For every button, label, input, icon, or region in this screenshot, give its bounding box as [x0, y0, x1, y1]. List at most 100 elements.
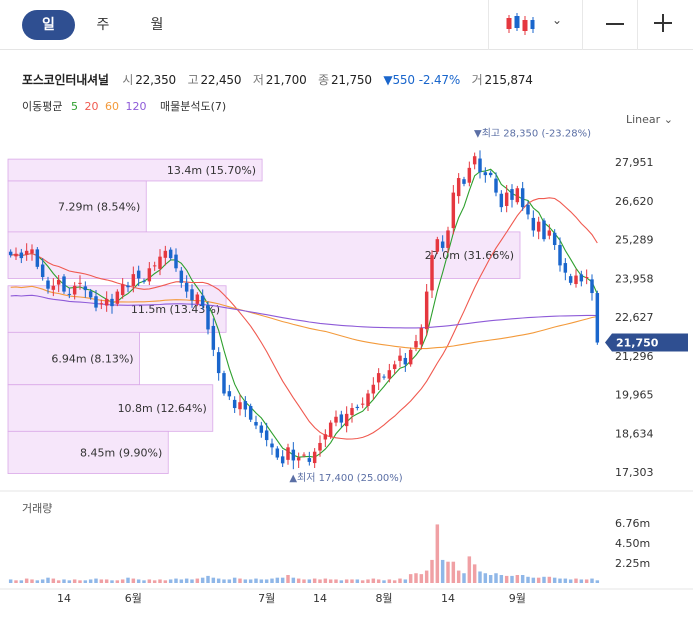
- volume-bar: [334, 579, 338, 583]
- volume-bar: [46, 577, 50, 583]
- volume-bar: [286, 575, 290, 583]
- candle-body: [184, 282, 189, 292]
- volume-bar: [120, 579, 125, 583]
- candle-body: [408, 349, 413, 365]
- candle-body: [179, 270, 184, 283]
- volume-bar: [131, 578, 136, 583]
- volume-bar: [56, 580, 61, 583]
- volume-bar: [136, 579, 141, 583]
- candle-body: [259, 425, 264, 433]
- candle-body: [328, 422, 333, 437]
- candle-body: [318, 442, 322, 451]
- candle-body: [451, 192, 456, 229]
- volume-bar: [376, 579, 381, 583]
- volume-profile-label: 13.4m (15.70%): [167, 164, 256, 177]
- volume-bar: [483, 573, 488, 583]
- volume-bar: [254, 578, 258, 583]
- volume-bar: [168, 579, 173, 583]
- candle-body: [131, 274, 136, 287]
- candle-body: [248, 405, 253, 420]
- candle-body: [56, 279, 61, 285]
- candle-body: [24, 250, 29, 255]
- volume-bar: [115, 580, 120, 583]
- volume-bar: [510, 575, 514, 583]
- candle-body: [579, 274, 584, 282]
- candle-body: [424, 291, 429, 330]
- candle-body: [542, 220, 546, 240]
- volume-bar: [590, 578, 594, 583]
- candle-body: [30, 249, 34, 254]
- volume-bar: [227, 579, 232, 583]
- candle-body: [440, 241, 445, 248]
- volume-bar: [424, 570, 429, 583]
- candle-body: [483, 172, 488, 176]
- volume-bar: [579, 579, 584, 583]
- x-tick-label: 8월: [375, 592, 392, 605]
- candle-body: [195, 294, 200, 304]
- volume-tick-label: 4.50m: [615, 537, 650, 550]
- candle-body: [403, 357, 408, 365]
- candle-body: [83, 286, 88, 291]
- volume-bar: [526, 576, 530, 583]
- volume-bar: [547, 576, 552, 583]
- volume-bar: [35, 580, 40, 583]
- volume-bar: [440, 559, 445, 583]
- volume-bar: [232, 577, 237, 583]
- candle-body: [158, 256, 162, 269]
- volume-bar: [152, 580, 157, 583]
- candle-body: [467, 167, 472, 183]
- candle-body: [206, 304, 210, 330]
- volume-bar: [462, 573, 466, 583]
- y-tick-label: 27,951: [615, 156, 654, 169]
- candle-body: [14, 253, 18, 257]
- candle-body: [104, 298, 109, 306]
- volume-bar: [515, 575, 520, 583]
- volume-bar: [360, 580, 365, 583]
- volume-bar: [30, 579, 34, 583]
- candle-body: [414, 341, 418, 348]
- volume-bar: [211, 577, 216, 583]
- candle-body: [494, 178, 498, 193]
- y-tick-label: 17,303: [615, 466, 654, 479]
- y-tick-label: 25,289: [615, 234, 654, 247]
- volume-bar: [24, 578, 29, 583]
- volume-bar: [83, 580, 88, 583]
- candle-body: [387, 370, 392, 379]
- candle-body: [398, 355, 402, 361]
- volume-bar: [408, 574, 413, 583]
- volume-bar: [318, 579, 322, 583]
- volume-bar: [328, 579, 333, 583]
- candle-body: [200, 295, 205, 307]
- candle-body: [536, 221, 541, 232]
- volume-tick-label: 6.76m: [615, 517, 650, 530]
- candle-body: [552, 232, 557, 246]
- volume-bar: [190, 579, 194, 583]
- candle-body: [435, 239, 440, 252]
- candle-body: [243, 401, 248, 410]
- candle-body: [595, 293, 600, 343]
- candle-body: [355, 406, 360, 409]
- candle-body: [392, 364, 397, 370]
- candle-body: [142, 280, 146, 282]
- volume-profile-label: 8.45m (9.90%): [80, 446, 162, 459]
- volume-bar: [14, 580, 18, 583]
- candle-body: [211, 325, 216, 350]
- volume-bar: [339, 580, 344, 583]
- candle-body: [88, 291, 93, 298]
- candle-body: [510, 189, 514, 200]
- price-chart[interactable]: 13.4m (15.70%)7.29m (8.54%)27.0m (31.66%…: [0, 0, 693, 618]
- candle-body: [334, 416, 338, 423]
- volume-bar: [542, 576, 546, 583]
- volume-bar: [8, 579, 13, 583]
- y-tick-label: 23,958: [615, 272, 654, 285]
- candle-body: [526, 204, 530, 215]
- volume-bar: [259, 579, 264, 583]
- volume-bar: [403, 579, 408, 583]
- candle-body: [419, 327, 424, 345]
- candle-body: [574, 275, 578, 285]
- volume-bar: [531, 577, 536, 583]
- volume-bar: [323, 578, 328, 583]
- candle-body: [515, 188, 520, 203]
- candle-body: [8, 251, 13, 256]
- volume-bar: [595, 580, 600, 583]
